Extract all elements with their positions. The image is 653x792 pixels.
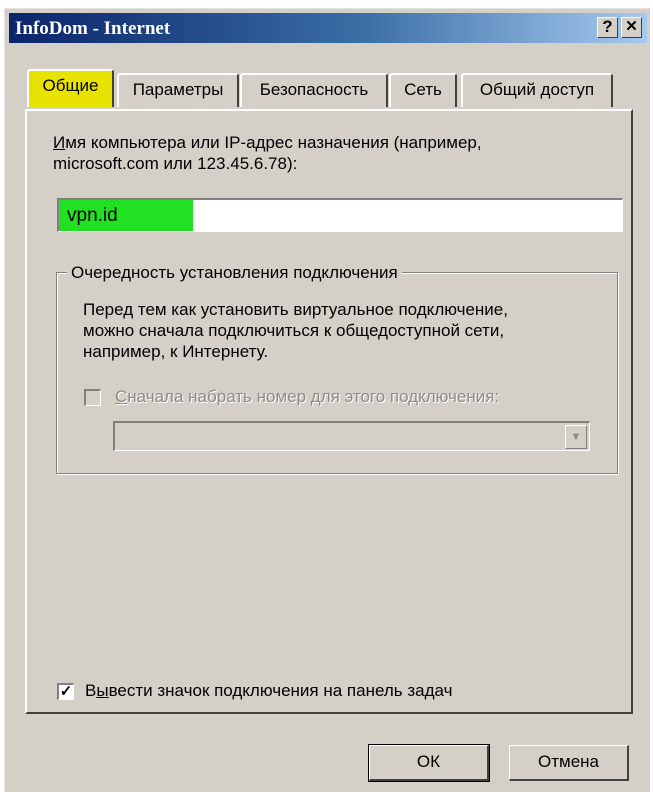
show-icon-label-start: В — [85, 681, 97, 700]
cancel-button[interactable]: Отмена — [509, 745, 629, 781]
ok-button[interactable]: ОК — [368, 744, 490, 782]
connection-properties-dialog: InfoDom - Internet ? ✕ Общие Параметры Б… — [4, 8, 650, 792]
host-label-line1: мя компьютера или IP-адрес назначения (н… — [65, 133, 482, 152]
dial-first-combo[interactable]: ▼ — [113, 421, 590, 451]
host-input[interactable]: vpn.id — [57, 198, 623, 232]
title-bar[interactable]: InfoDom - Internet ? ✕ — [9, 13, 647, 43]
host-label-line2: microsoft.com или 123.45.6.78): — [53, 154, 298, 173]
show-icon-label: Вывести значок подключения на панель зад… — [85, 681, 452, 701]
host-label-accesskey: И — [53, 133, 66, 152]
group-desc-line3: например, к Интернету. — [83, 342, 269, 361]
dial-first-accesskey: С — [115, 387, 128, 406]
group-title: Очередность установления подключения — [67, 263, 402, 283]
dial-first-checkbox[interactable] — [84, 389, 101, 406]
host-value: vpn.id — [67, 205, 118, 226]
chevron-down-icon[interactable]: ▼ — [565, 425, 587, 449]
show-icon-label-text: вести значок подключения на панель задач — [108, 681, 453, 700]
close-button[interactable]: ✕ — [621, 17, 642, 38]
group-desc-line2: можно сначала подключиться к общедоступн… — [83, 321, 505, 340]
tab-parameters[interactable]: Параметры — [117, 73, 239, 107]
dial-first-label-text: начала набрать номер для этого подключен… — [127, 387, 500, 406]
show-icon-checkbox[interactable]: ✓ — [57, 683, 74, 700]
help-button[interactable]: ? — [597, 17, 618, 38]
show-icon-accesskey: ы — [96, 681, 109, 700]
dial-first-label: Сначала набрать номер для этого подключе… — [115, 387, 499, 407]
window-title: InfoDom - Internet — [15, 18, 171, 39]
tab-network[interactable]: Сеть — [389, 73, 457, 107]
tab-sharing[interactable]: Общий доступ — [461, 73, 613, 107]
group-desc-line1: Перед тем как установить виртуальное под… — [83, 300, 508, 319]
tab-security[interactable]: Безопасность — [240, 73, 388, 107]
checkmark-icon: ✓ — [59, 683, 73, 700]
tab-general[interactable]: Общие — [27, 69, 114, 107]
host-label: Имя компьютера или IP-адрес назначения (… — [53, 133, 482, 153]
